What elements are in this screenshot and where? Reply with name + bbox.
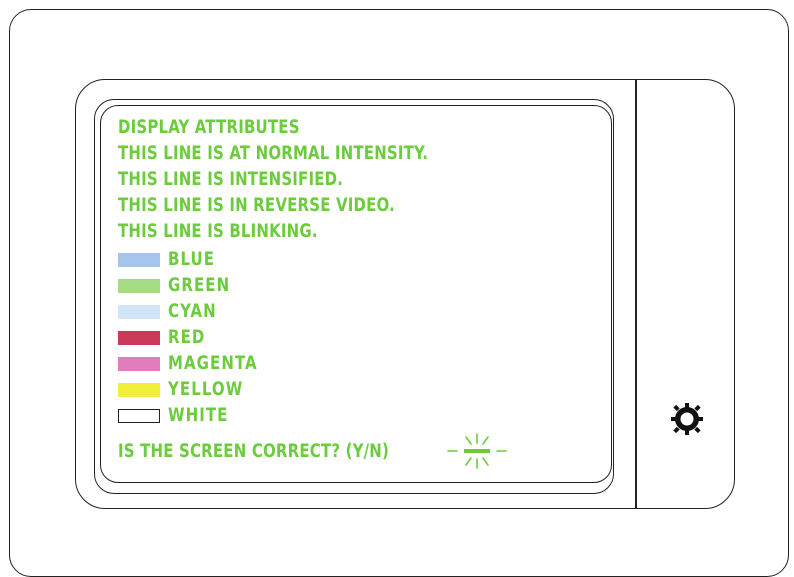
reverse-video-line: THIS LINE IS IN REVERSE VIDEO. [118, 195, 395, 216]
cyan-swatch [118, 305, 160, 319]
blinking-line: THIS LINE IS BLINKING. [118, 221, 318, 242]
white-label: WHITE [168, 405, 229, 426]
yellow-label: YELLOW [168, 379, 244, 400]
magenta-swatch [118, 357, 160, 371]
normal-intensity-line: THIS LINE IS AT NORMAL INTENSITY. [118, 143, 429, 164]
cyan-label: CYAN [168, 301, 217, 322]
intensified-line: THIS LINE IS INTENSIFIED. [118, 169, 344, 190]
display-attributes-heading: DISPLAY ATTRIBUTES [118, 117, 300, 138]
red-swatch [118, 331, 160, 345]
blue-swatch [118, 253, 160, 267]
green-swatch [118, 279, 160, 293]
yellow-swatch [118, 383, 160, 397]
green-label: GREEN [168, 275, 231, 296]
magenta-label: MAGENTA [168, 353, 258, 374]
white-swatch [118, 409, 160, 423]
screen-correct-prompt: IS THE SCREEN CORRECT? (Y/N) [118, 441, 390, 462]
control-panel-divider [635, 80, 637, 508]
red-label: RED [168, 327, 206, 348]
blue-label: BLUE [168, 249, 216, 270]
brightness-knob-icon[interactable] [670, 402, 704, 436]
blinking-cursor-icon [447, 433, 507, 469]
